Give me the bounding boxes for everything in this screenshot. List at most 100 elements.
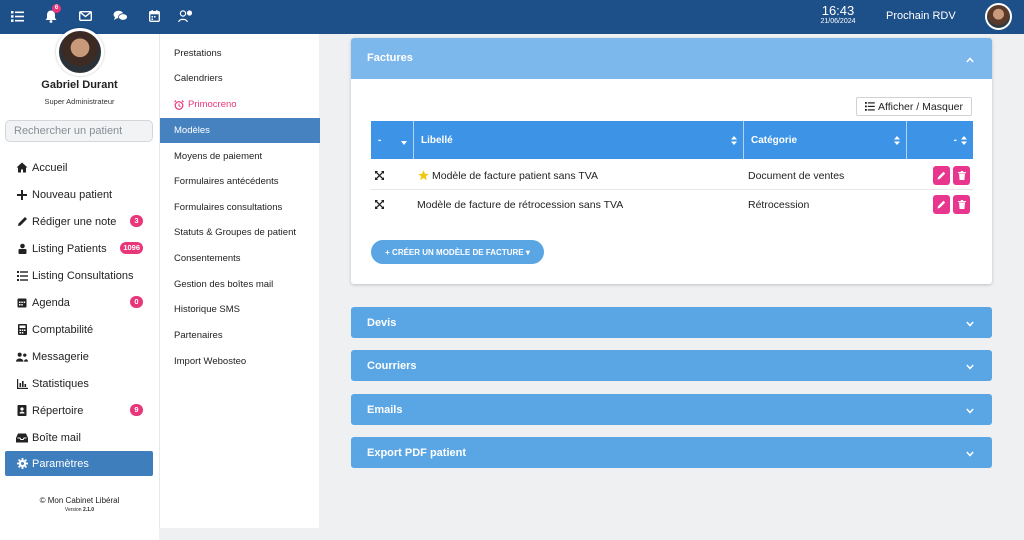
nav-item-boite-mail[interactable]: Boîte mail — [5, 425, 153, 450]
panel-export-pdf[interactable]: Export PDF patient — [351, 437, 992, 468]
sidebar: Gabriel Durant Super Administrateur Accu… — [0, 28, 159, 540]
version-label: Version — [64, 507, 82, 513]
panel-courriers[interactable]: Courriers — [351, 350, 992, 381]
submenu-item-prestations[interactable]: Prestations — [160, 41, 320, 66]
nav-item-nouveau-patient[interactable]: Nouveau patient — [5, 182, 153, 207]
nav-label: Statistiques — [32, 377, 89, 390]
nav-badge: 0 — [130, 296, 143, 308]
nav-label: Paramètres — [32, 457, 89, 470]
trash-icon — [957, 200, 966, 209]
column-header-select[interactable]: - — [371, 121, 414, 159]
submenu-item-partenaires[interactable]: Partenaires — [160, 323, 320, 348]
address-book-icon — [16, 405, 28, 417]
nav-label: Boîte mail — [32, 431, 81, 444]
table-header: - Libellé Catégorie - — [371, 121, 973, 159]
list-icon[interactable] — [9, 8, 25, 24]
nav-item-listing-patients[interactable]: Listing Patients 1096 — [5, 236, 153, 261]
submenu-item-modeles[interactable]: Modèles — [160, 118, 320, 143]
submenu-item-import-webosteo[interactable]: Import Webosteo — [160, 349, 320, 374]
delete-button[interactable] — [953, 195, 970, 214]
profile-avatar[interactable] — [56, 28, 104, 76]
user-name: Gabriel Durant — [41, 79, 118, 91]
mail-icon[interactable] — [77, 8, 93, 24]
panel-devis[interactable]: Devis — [351, 307, 992, 338]
submenu-item-primocreno[interactable]: Primocreno — [160, 92, 320, 117]
submenu-label: Primocreno — [188, 99, 237, 110]
submenu-item-statuts-groupes[interactable]: Statuts & Groupes de patient — [160, 220, 320, 245]
users-icon — [16, 351, 28, 363]
nav-label: Répertoire — [32, 404, 84, 417]
list-icon — [864, 102, 875, 111]
users-icon[interactable] — [178, 8, 194, 24]
edit-button[interactable] — [933, 195, 950, 214]
copyright: © Mon Cabinet Libéral — [39, 496, 120, 505]
pencil-icon — [937, 200, 946, 209]
nav-item-repertoire[interactable]: Répertoire 9 — [5, 398, 153, 423]
nav-label: Rédiger une note — [32, 215, 117, 228]
edit-button[interactable] — [933, 166, 950, 185]
column-header-categorie[interactable]: Catégorie — [744, 121, 907, 159]
nav-label: Messagerie — [32, 350, 89, 363]
version-number: 2.1.0 — [82, 507, 95, 513]
user-avatar[interactable] — [985, 3, 1012, 30]
nav-item-accueil[interactable]: Accueil — [5, 155, 153, 180]
chat-icon[interactable] — [112, 8, 128, 24]
submenu-item-formulaires-consultations[interactable]: Formulaires consultations — [160, 195, 320, 220]
nav-badge: 1096 — [120, 242, 143, 254]
toggle-label: Afficher / Masquer — [877, 100, 963, 113]
version: Version 2.1.0 — [0, 507, 159, 513]
table-row: Modèle de facture de rétrocession sans T… — [371, 190, 973, 219]
nav-item-messagerie[interactable]: Messagerie — [5, 344, 153, 369]
bar-chart-icon — [16, 378, 28, 390]
panel-title: Emails — [367, 403, 403, 416]
column-header-actions[interactable]: - — [907, 121, 973, 159]
nav-item-listing-consultations[interactable]: Listing Consultations — [5, 263, 153, 288]
panel-title: Export PDF patient — [367, 446, 467, 459]
nav-label: Accueil — [32, 161, 68, 174]
home-icon — [16, 162, 28, 174]
column-header-libelle[interactable]: Libellé — [414, 121, 744, 159]
submenu-item-formulaires-antecedents[interactable]: Formulaires antécédents — [160, 169, 320, 194]
factures-panel-header[interactable]: Factures — [351, 38, 992, 79]
nav-label: Comptabilité — [32, 323, 94, 336]
submenu-item-boites-mail[interactable]: Gestion des boîtes mail — [160, 272, 320, 297]
nav-label: Nouveau patient — [32, 188, 113, 201]
submenu-item-historique-sms[interactable]: Historique SMS — [160, 297, 320, 322]
pencil-icon — [16, 216, 28, 228]
panel-title: Courriers — [367, 359, 417, 372]
nav-item-parametres[interactable]: Paramètres — [5, 451, 153, 476]
submenu-item-calendriers[interactable]: Calendriers — [160, 66, 320, 91]
categorie-cell: Document de ventes — [748, 169, 845, 182]
delete-button[interactable] — [953, 166, 970, 185]
toggle-columns-button[interactable]: Afficher / Masquer — [856, 97, 972, 116]
plus-icon — [16, 189, 28, 201]
expand-icon[interactable] — [375, 161, 389, 190]
nav-label: Listing Consultations — [32, 269, 134, 282]
nav-item-comptabilite[interactable]: Comptabilité — [5, 317, 153, 342]
calendar-icon[interactable] — [146, 8, 162, 24]
gear-icon — [16, 458, 28, 470]
calendar-icon — [16, 297, 28, 309]
settings-submenu: Prestations Calendriers Primocreno Modèl… — [159, 34, 320, 528]
nav-item-rediger-note[interactable]: Rédiger une note 3 — [5, 209, 153, 234]
next-appointment-button[interactable]: Prochain RDV — [886, 10, 956, 22]
search-patient-input[interactable] — [5, 120, 153, 142]
caret-down-icon — [401, 137, 407, 146]
submenu-item-consentements[interactable]: Consentements — [160, 246, 320, 271]
column-label: Libellé — [421, 134, 453, 146]
create-invoice-template-button[interactable]: + CRÉER UN MODÈLE DE FACTURE ▾ — [371, 240, 544, 264]
calculator-icon — [16, 324, 28, 336]
submenu-item-moyens-paiement[interactable]: Moyens de paiement — [160, 144, 320, 169]
nav-item-statistiques[interactable]: Statistiques — [5, 371, 153, 396]
chevron-down-icon — [966, 361, 974, 370]
nav-badge: 9 — [130, 404, 143, 416]
expand-icon[interactable] — [375, 190, 389, 219]
inbox-icon — [16, 432, 28, 444]
nav-item-agenda[interactable]: Agenda 0 — [5, 290, 153, 315]
star-icon — [418, 170, 429, 181]
sort-icon — [961, 136, 967, 145]
chevron-down-icon — [966, 405, 974, 414]
nav-label: Listing Patients — [32, 242, 107, 255]
panel-emails[interactable]: Emails — [351, 394, 992, 425]
bell-icon[interactable]: 6 — [43, 4, 61, 24]
